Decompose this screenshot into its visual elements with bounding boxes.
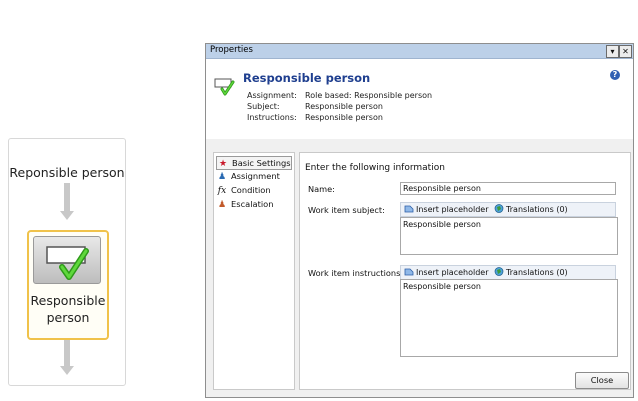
users-icon: ♟ (217, 172, 227, 182)
translations-button[interactable]: Translations (0) (506, 205, 568, 214)
name-label: Name: (308, 184, 335, 194)
workflow-step-responsible-person[interactable]: Responsible person (27, 230, 109, 340)
subject-label: Work item subject: (308, 205, 385, 215)
nav-item-basic-settings[interactable]: ★ Basic Settings (216, 156, 292, 170)
task-checkmark-icon (214, 78, 235, 96)
task-checkmark-icon (46, 246, 89, 280)
workflow-step-label: Responsible person (30, 293, 106, 325)
workflow-step-label-top[interactable]: Reponsible person (9, 165, 125, 180)
dropdown-button[interactable]: ▾ (606, 45, 619, 58)
nav-item-condition[interactable]: fx Condition (216, 184, 290, 196)
nav-label: Condition (231, 185, 271, 195)
pane-heading: Enter the following information (305, 163, 445, 173)
flow-arrow-head (60, 211, 74, 220)
subject-value: Responsible person (305, 102, 383, 111)
flow-arrow-shaft (64, 183, 70, 211)
translations-globe-icon (494, 267, 504, 276)
instructions-toolbar: Insert placeholder Translations (0) (400, 265, 616, 280)
translations-globe-icon (494, 204, 504, 213)
insert-placeholder-icon (404, 205, 414, 213)
dialog-header: Responsible person ? Assignment: Role ba… (206, 59, 633, 139)
flow-arrow-shaft-bottom (64, 340, 70, 366)
step-icon-tile (33, 236, 101, 284)
insert-placeholder-button[interactable]: Insert placeholder (416, 268, 489, 277)
name-field[interactable]: Responsible person (400, 182, 616, 195)
insert-placeholder-icon (404, 268, 414, 276)
settings-nav: ★ Basic Settings ♟ Assignment fx Condition … (213, 152, 295, 390)
nav-label: Escalation (231, 199, 274, 209)
close-icon[interactable]: ✕ (619, 45, 632, 58)
close-button[interactable]: Close (575, 372, 629, 389)
nav-item-assignment[interactable]: ♟ Assignment (216, 170, 290, 182)
instructions-label: Instructions: (247, 113, 297, 122)
properties-dialog: Properties ▾ ✕ Responsible person ? Assi… (205, 43, 634, 398)
nav-label: Basic Settings (232, 158, 291, 168)
flow-arrow-head-bottom (60, 366, 74, 375)
assignment-value: Role based: Responsible person (305, 91, 433, 100)
basic-settings-pane: Enter the following information Name: Re… (299, 152, 631, 390)
instructions-label: Work item instructions: (308, 268, 404, 278)
instructions-textarea[interactable]: Responsible person (400, 279, 618, 357)
help-icon[interactable]: ? (610, 70, 620, 80)
escalation-users-icon: ♟ (217, 200, 227, 210)
function-icon: fx (217, 186, 227, 196)
instructions-value: Responsible person (305, 113, 383, 122)
subject-textarea[interactable]: Responsible person (400, 217, 618, 255)
nav-label: Assignment (231, 171, 280, 181)
subject-label: Subject: (247, 102, 280, 111)
translations-button[interactable]: Translations (0) (506, 268, 568, 277)
assignment-label: Assignment: (247, 91, 297, 100)
red-star-icon: ★ (218, 159, 228, 169)
insert-placeholder-button[interactable]: Insert placeholder (416, 205, 489, 214)
nav-item-escalation[interactable]: ♟ Escalation (216, 198, 290, 210)
workflow-panel: Reponsible person Responsible person (8, 138, 126, 386)
dialog-titlebar[interactable]: Properties ▾ ✕ (206, 44, 633, 59)
header-title: Responsible person (243, 71, 371, 85)
subject-toolbar: Insert placeholder Translations (0) (400, 202, 616, 217)
dialog-title: Properties (210, 45, 253, 55)
